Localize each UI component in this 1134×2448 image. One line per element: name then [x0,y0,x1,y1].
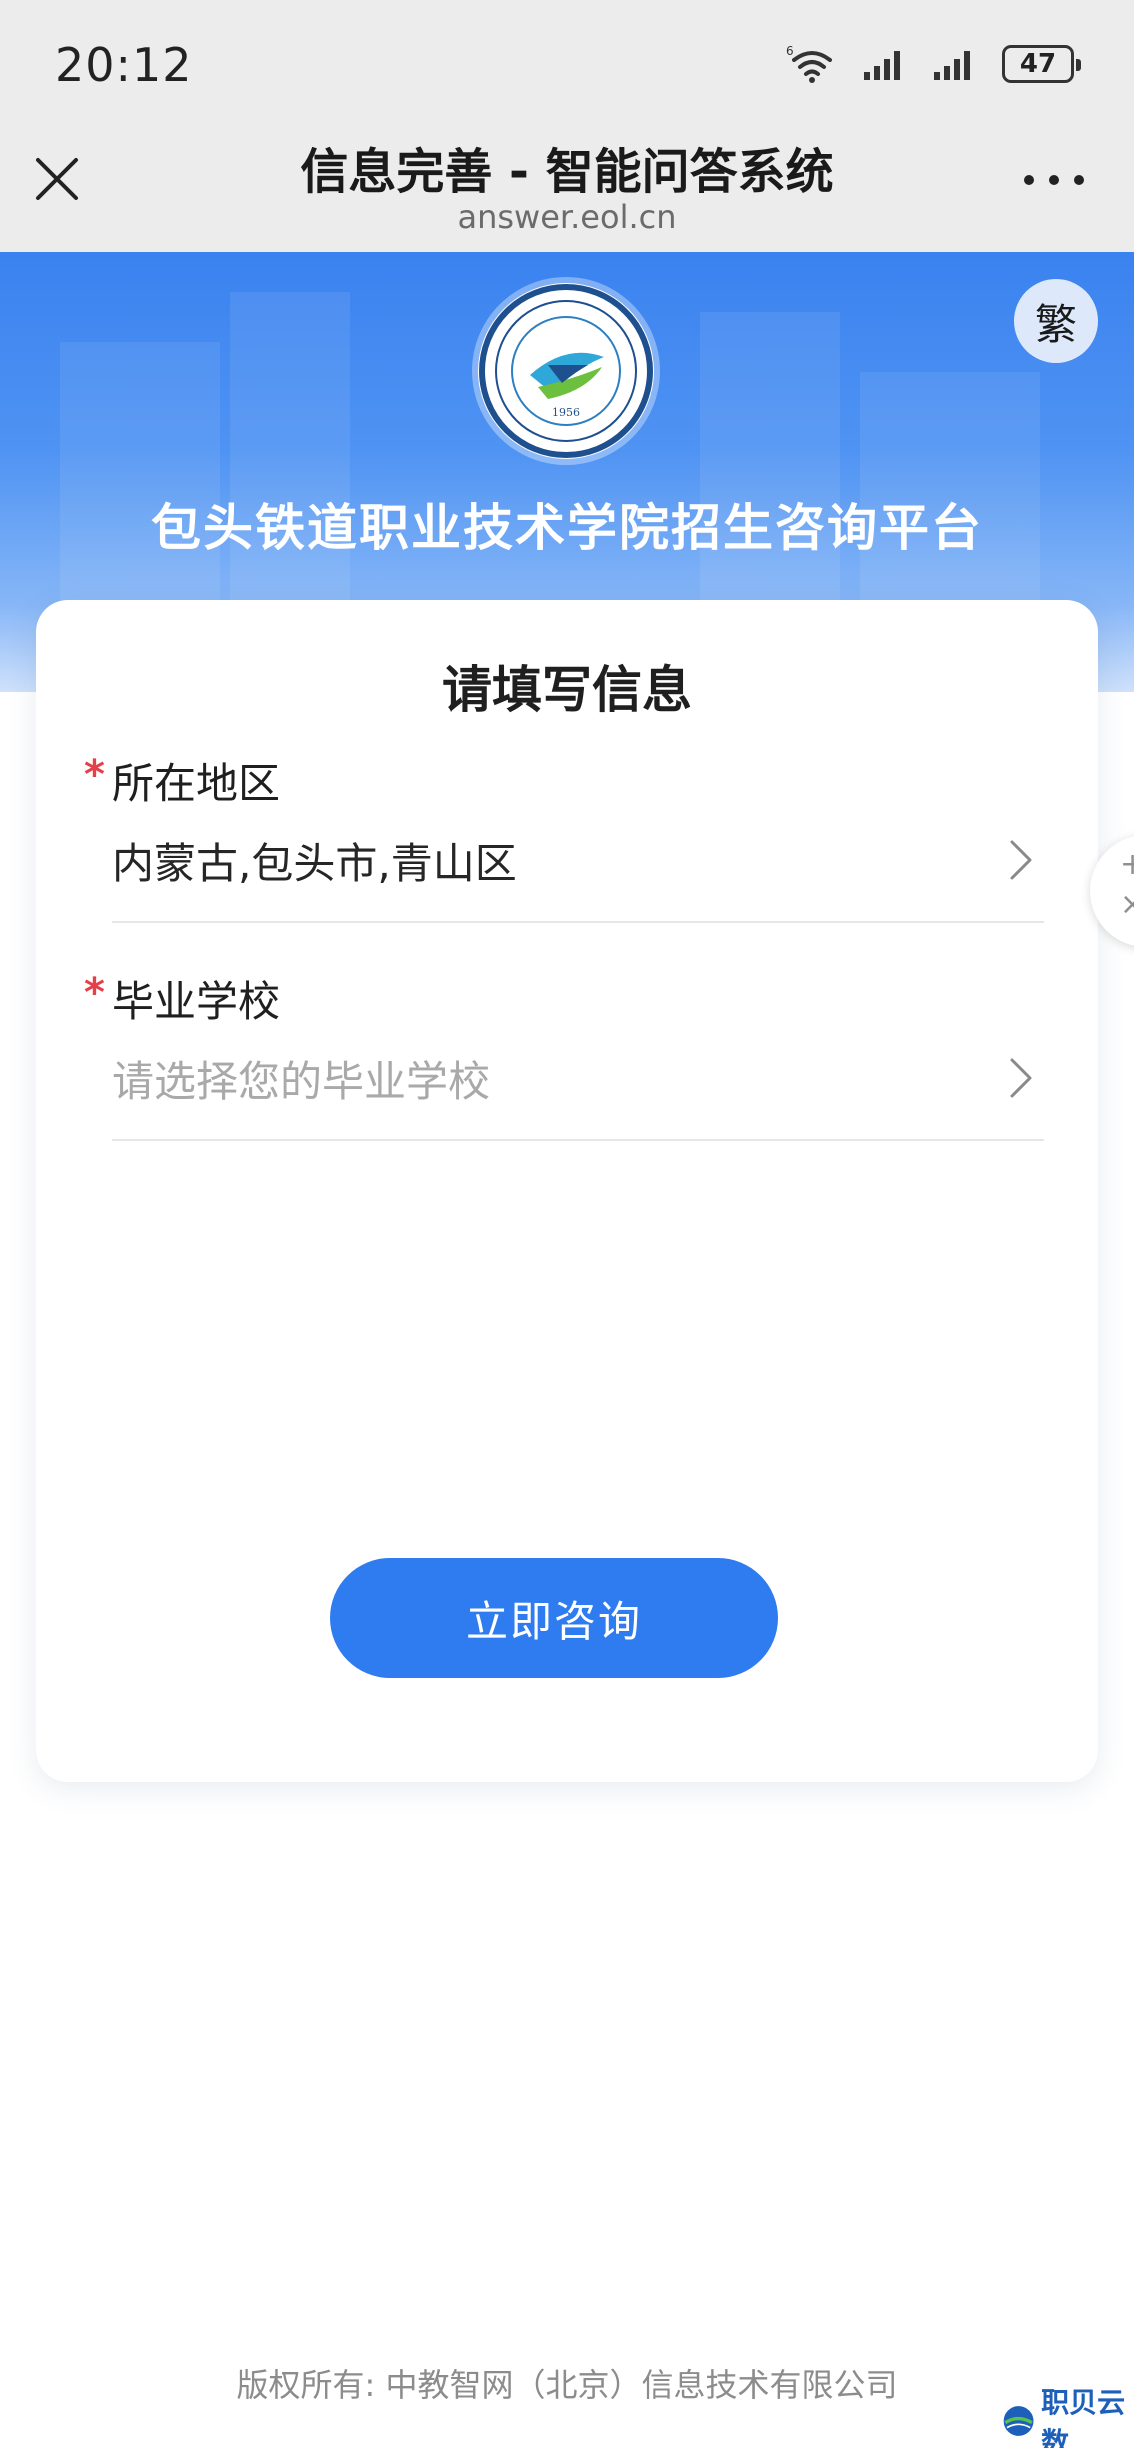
school-label: 毕业学校 [112,977,281,1026]
traditional-chinese-toggle[interactable]: 繁 [1014,279,1098,363]
page-title: 信息完善 - 智能问答系统 [300,144,834,200]
logo-year: 1956 [552,406,580,419]
hero-decoration [700,312,840,612]
hero-decoration [230,292,350,612]
school-input[interactable]: 请选择您的毕业学校 [112,1048,490,1109]
info-form-card: 请填写信息 * 所在地区 内蒙古,包头市,青山区 * 毕业学校 请选择您的毕业学… [36,600,1098,1782]
battery-level: 47 [1019,49,1057,79]
signal-icon [864,51,900,80]
svg-text:6: 6 [786,44,794,58]
school-logo-emblem: 1956 [479,284,653,458]
side-tab-plus: + [1120,847,1134,882]
platform-title: 包头铁道职业技术学院招生咨询平台 [151,499,983,557]
globe-icon [1003,2406,1034,2436]
school-field[interactable]: * 毕业学校 请选择您的毕业学校 [84,968,1044,1158]
battery-icon: 47 [1002,45,1081,83]
more-dot [1074,175,1084,185]
more-icon[interactable] [1024,170,1084,190]
signal-icon [934,51,970,80]
required-mark: * [84,752,105,798]
title-bar: 信息完善 - 智能问答系统 answer.eol.cn [0,128,1134,252]
school-logo: 1956 [478,283,654,459]
region-field[interactable]: * 所在地区 内蒙古,包头市,青山区 [84,750,1044,940]
status-bar: 20:12 6 47 [0,0,1134,128]
region-label: 所在地区 [112,759,281,808]
watermark-text: 职贝云数 [1041,2386,1126,2448]
status-icons: 6 47 [786,42,1081,86]
copyright-footer: 版权所有: 中教智网（北京）信息技术有限公司 [236,2366,898,2404]
hero-decoration [60,342,220,602]
page-url: answer.eol.cn [457,198,677,236]
watermark: 职贝云数 [1002,2386,1134,2448]
wifi-6-icon: 6 [786,44,832,83]
required-mark: * [84,970,105,1016]
consult-now-button[interactable]: 立即咨询 [330,1558,778,1678]
chevron-right-icon[interactable] [1004,1052,1038,1104]
field-divider [112,1139,1044,1141]
more-dot [1049,175,1059,185]
chevron-right-icon[interactable] [1004,834,1038,886]
field-divider [112,921,1044,923]
more-dot [1024,175,1034,185]
status-time: 20:12 [55,38,193,92]
side-tab-close: × [1120,887,1134,922]
region-value[interactable]: 内蒙古,包头市,青山区 [112,830,517,891]
form-title: 请填写信息 [442,661,692,719]
page: 20:12 6 47 信息完善 - 智能问答系统 answer.eol.cn 1… [0,0,1134,2448]
